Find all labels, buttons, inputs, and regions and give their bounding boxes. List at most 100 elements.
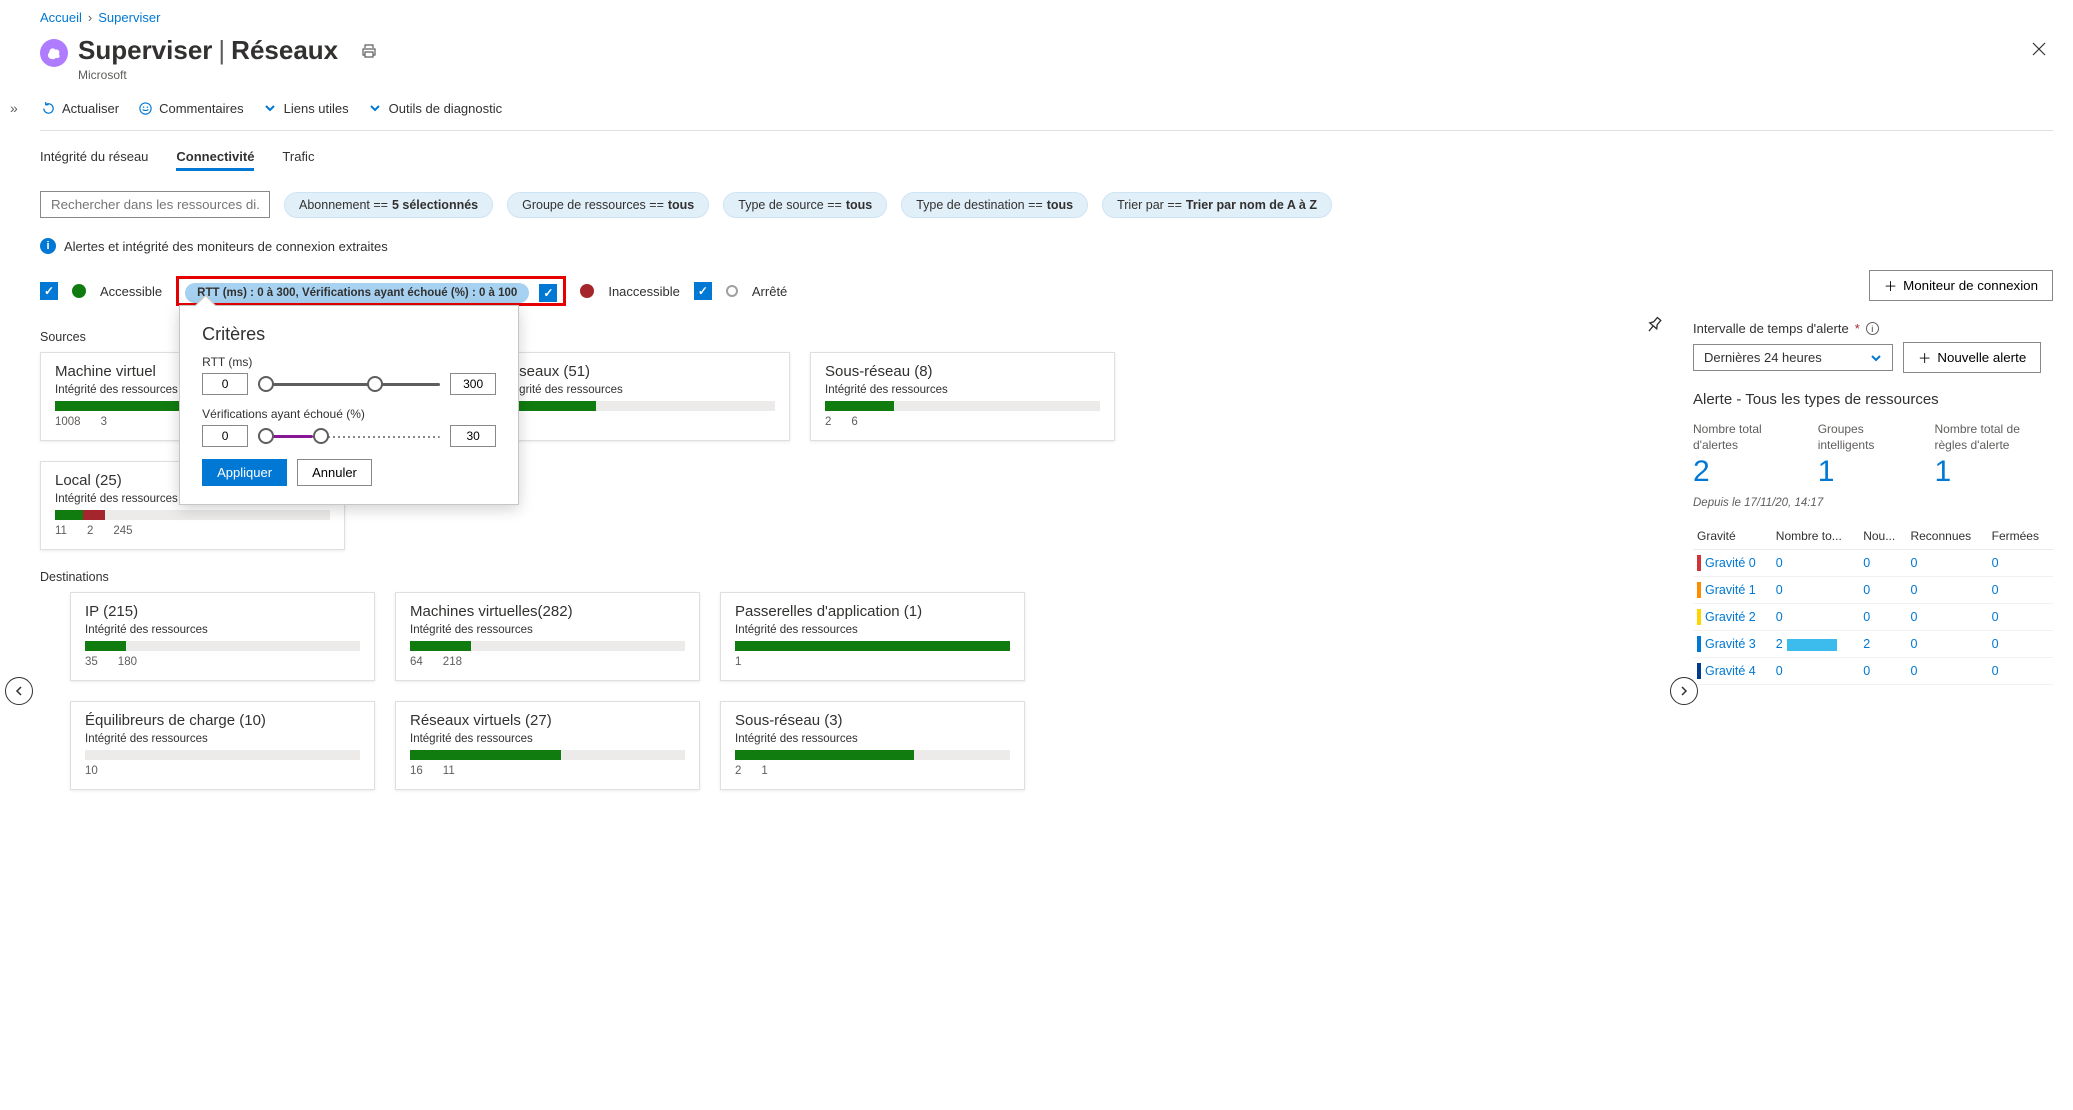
filter-source-type[interactable]: Type de source == tous	[723, 192, 887, 218]
alert-interval-dropdown[interactable]: Dernières 24 heures	[1693, 344, 1893, 371]
refresh-icon	[40, 100, 56, 116]
severity-1-link[interactable]: Gravité 1	[1697, 582, 1768, 598]
card-subnet[interactable]: Sous-réseau (8) Intégrité des ressources…	[810, 352, 1115, 441]
breadcrumb-sep: ›	[88, 10, 92, 25]
card-title: Machines virtuelles(282)	[410, 603, 685, 620]
card-load-balancers[interactable]: Équilibreurs de charge (10) Intégrité de…	[70, 701, 375, 790]
card-title: Sous-réseau (3)	[735, 712, 1010, 729]
filter-sort[interactable]: Trier par == Trier par nom de A à Z	[1102, 192, 1332, 218]
add-connection-monitor-button[interactable]: ＋ Moniteur de connexion	[1869, 270, 2053, 301]
rtt-label: RTT (ms)	[202, 355, 496, 369]
severity-2-link[interactable]: Gravité 2	[1697, 609, 1768, 625]
org-subtitle: Microsoft	[78, 68, 383, 82]
stat-groups-label: Groupes intelligents	[1818, 422, 1895, 453]
diagnostic-tools-button[interactable]: Outils de diagnostic	[367, 100, 502, 116]
stat-rules-value[interactable]: 1	[1934, 455, 2053, 489]
fail-min-input[interactable]	[202, 425, 248, 447]
card-sub: Intégrité des ressources	[735, 624, 1010, 636]
new-alert-button[interactable]: ＋ Nouvelle alerte	[1903, 342, 2041, 373]
severity-0-link[interactable]: Gravité 0	[1697, 555, 1768, 571]
cancel-button[interactable]: Annuler	[297, 459, 372, 486]
card-title: Réseaux virtuels (27)	[410, 712, 685, 729]
apply-button[interactable]: Appliquer	[202, 459, 287, 486]
card-sub: Intégrité des ressources	[500, 384, 775, 396]
rtt-max-input[interactable]	[450, 373, 496, 395]
feedback-button[interactable]: Commentaires	[137, 100, 244, 116]
th-ack[interactable]: Reconnues	[1906, 523, 1987, 550]
card-title: Réseaux (51)	[500, 363, 775, 380]
card-title: Équilibreurs de charge (10)	[85, 712, 360, 729]
card-ip[interactable]: IP (215) Intégrité des ressources 35180	[70, 592, 375, 681]
tab-traffic[interactable]: Trafic	[282, 145, 314, 171]
stat-groups-value[interactable]: 1	[1818, 455, 1895, 489]
severity-3-bar	[1787, 639, 1837, 651]
card-sub: Intégrité des ressources	[735, 733, 1010, 745]
checkbox-stopped[interactable]	[694, 282, 712, 300]
checkbox-reachable[interactable]	[40, 282, 58, 300]
title-main: Superviser	[78, 35, 212, 65]
stat-alerts-value[interactable]: 2	[1693, 455, 1778, 489]
tabs: Intégrité du réseau Connectivité Trafic	[40, 131, 2053, 185]
resource-search-input[interactable]	[40, 191, 270, 218]
breadcrumb-home[interactable]: Accueil	[40, 10, 82, 25]
print-icon[interactable]	[355, 39, 383, 66]
close-icon[interactable]	[2025, 35, 2053, 68]
card-sub: Intégrité des ressources	[85, 733, 360, 745]
table-row: Gravité 2 0 0 0 0	[1693, 604, 2053, 631]
status-unreachable-label: Inaccessible	[608, 284, 680, 299]
th-total[interactable]: Nombre to...	[1772, 523, 1859, 550]
fail-slider[interactable]	[258, 426, 440, 446]
refresh-button[interactable]: Actualiser	[40, 100, 119, 116]
status-reachable-label: Accessible	[100, 284, 162, 299]
info-icon[interactable]: i	[1866, 322, 1879, 335]
severity-3-link[interactable]: Gravité 3	[1697, 636, 1768, 652]
stat-rules-label: Nombre total de règles d'alerte	[1934, 422, 2053, 453]
card-vnets[interactable]: Réseaux virtuels (27) Intégrité des ress…	[395, 701, 700, 790]
filter-resource-group[interactable]: Groupe de ressources == tous	[507, 192, 709, 218]
criteria-highlight-box: RTT (ms) : 0 à 300, Vérifications ayant …	[176, 276, 566, 306]
rtt-criteria-pill[interactable]: RTT (ms) : 0 à 300, Vérifications ayant …	[185, 283, 529, 303]
monitor-icon	[40, 39, 68, 67]
card-sub: Intégrité des ressources	[410, 733, 685, 745]
card-title: Sous-réseau (8)	[825, 363, 1100, 380]
tab-connectivity[interactable]: Connectivité	[176, 145, 254, 171]
breadcrumb-current[interactable]: Superviser	[98, 10, 160, 25]
chevron-down-icon	[262, 100, 278, 116]
filter-dest-type[interactable]: Type de destination == tous	[901, 192, 1088, 218]
diag-label: Outils de diagnostic	[389, 101, 502, 116]
card-vms[interactable]: Machines virtuelles(282) Intégrité des r…	[395, 592, 700, 681]
criteria-title: Critères	[202, 324, 496, 345]
card-networks[interactable]: Réseaux (51) Intégrité des ressources 25	[485, 352, 790, 441]
chevron-down-icon	[367, 100, 383, 116]
fail-label: Vérifications ayant échoué (%)	[202, 407, 496, 421]
dot-gray-icon	[726, 285, 738, 297]
table-row: Gravité 0 0 0 0 0	[1693, 550, 2053, 577]
card-title: IP (215)	[85, 603, 360, 620]
new-alert-label: Nouvelle alerte	[1937, 350, 2026, 365]
useful-links-button[interactable]: Liens utiles	[262, 100, 349, 116]
fail-max-input[interactable]	[450, 425, 496, 447]
chevron-down-icon	[1870, 352, 1882, 364]
plus-icon: ＋	[1918, 348, 1931, 367]
card-sub: Intégrité des ressources	[410, 624, 685, 636]
checkbox-unreachable[interactable]	[539, 284, 557, 302]
alert-interval-label: Intervalle de temps d'alerte* i	[1693, 321, 2053, 336]
th-closed[interactable]: Fermées	[1988, 523, 2053, 550]
feedback-label: Commentaires	[159, 101, 244, 116]
severity-4-link[interactable]: Gravité 4	[1697, 663, 1768, 679]
rtt-min-input[interactable]	[202, 373, 248, 395]
th-new[interactable]: Nou...	[1859, 523, 1906, 550]
carousel-prev-button[interactable]	[5, 677, 33, 705]
title-sub: Réseaux	[231, 35, 338, 65]
card-sub: Intégrité des ressources	[85, 624, 360, 636]
rtt-slider[interactable]	[258, 374, 440, 394]
filter-subscription[interactable]: Abonnement == 5 sélectionnés	[284, 192, 493, 218]
card-subnet-dest[interactable]: Sous-réseau (3) Intégrité des ressources…	[720, 701, 1025, 790]
th-severity[interactable]: Gravité	[1693, 523, 1772, 550]
carousel-next-button[interactable]	[1670, 677, 1698, 705]
dot-green-icon	[72, 284, 86, 298]
links-label: Liens utiles	[284, 101, 349, 116]
severity-table: Gravité Nombre to... Nou... Reconnues Fe…	[1693, 523, 2053, 685]
tab-network-health[interactable]: Intégrité du réseau	[40, 145, 148, 171]
card-app-gateways[interactable]: Passerelles d'application (1) Intégrité …	[720, 592, 1025, 681]
